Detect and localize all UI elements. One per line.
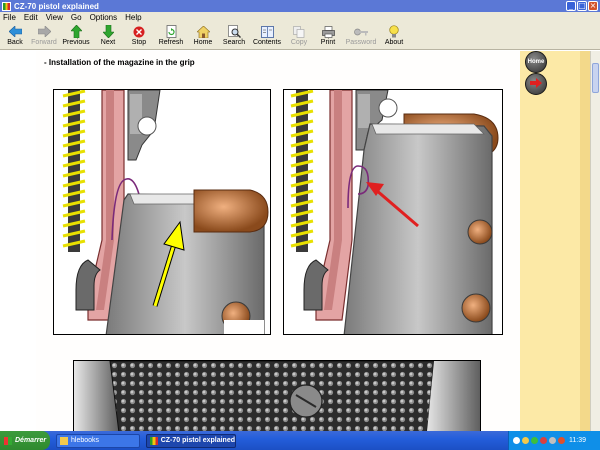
print-button[interactable]: Print: [314, 25, 342, 49]
stop-button[interactable]: Stop: [124, 25, 154, 49]
back-button[interactable]: Back: [2, 25, 28, 49]
grip-panel-drawing: [74, 361, 480, 431]
maximize-button[interactable]: □: [577, 1, 587, 11]
about-button[interactable]: About: [380, 25, 408, 49]
section-title: - Installation of the magazine in the gr…: [44, 58, 195, 67]
copy-button[interactable]: Copy: [285, 25, 313, 49]
lightbulb-icon: [387, 25, 401, 38]
menu-help[interactable]: Help: [125, 13, 141, 22]
menu-options[interactable]: Options: [90, 13, 118, 22]
tray-icon[interactable]: [522, 437, 529, 444]
menu-go[interactable]: Go: [71, 13, 82, 22]
menu-edit[interactable]: Edit: [24, 13, 38, 22]
pin-hole: [378, 98, 398, 118]
tray-icon[interactable]: [558, 437, 565, 444]
window-title: CZ-70 pistol explained: [14, 1, 99, 11]
screw-bottom: [461, 293, 491, 323]
menu-file[interactable]: File: [3, 13, 16, 22]
forward-button[interactable]: Forward: [29, 25, 59, 49]
down-arrow-icon: [101, 25, 115, 38]
magazine-insertion-drawing: [62, 90, 269, 334]
magazine-insertion-illustration: [53, 89, 271, 335]
scrollbar-thumb[interactable]: [592, 63, 599, 93]
window-controls: _ □ ×: [566, 1, 598, 11]
minimize-button[interactable]: _: [566, 1, 576, 11]
search-icon: [227, 25, 241, 38]
next-page-button[interactable]: [525, 73, 547, 95]
content-area: - Installation of the magazine in the gr…: [36, 51, 520, 431]
app-icon: [150, 436, 158, 445]
printer-icon: [321, 25, 335, 38]
recoil-spring: [62, 90, 86, 252]
back-arrow-icon: [8, 25, 22, 38]
refresh-button[interactable]: Refresh: [155, 25, 187, 49]
forward-arrow-icon: [37, 25, 51, 38]
taskbar-item-cz70[interactable]: CZ-70 pistol explained: [146, 433, 236, 448]
system-tray: 11:39: [508, 431, 600, 450]
magazine-locked-illustration: [283, 89, 503, 335]
search-button[interactable]: Search: [219, 25, 249, 49]
app-icon: [2, 1, 11, 11]
house-icon: [196, 25, 210, 38]
home-round-button[interactable]: Home: [525, 51, 547, 73]
tray-icon[interactable]: [513, 437, 520, 444]
pin-hole: [137, 116, 157, 136]
tray-icon[interactable]: [549, 437, 556, 444]
copy-icon: [292, 25, 306, 38]
windows-logo-icon: [4, 436, 12, 445]
stop-icon: [132, 25, 146, 38]
password-button[interactable]: Password: [343, 25, 379, 49]
vertical-scrollbar[interactable]: [590, 51, 600, 431]
start-button[interactable]: Démarrer: [0, 431, 50, 450]
grip-panel-illustration: [73, 360, 481, 431]
toolbar: Back Forward Previous Next Stop Refresh: [0, 23, 600, 50]
left-margin: [0, 51, 36, 431]
contents-icon: [260, 25, 274, 38]
contents-button[interactable]: Contents: [250, 25, 284, 49]
magazine-locked-drawing: [290, 90, 499, 334]
tray-icon[interactable]: [531, 437, 538, 444]
menu-view[interactable]: View: [46, 13, 63, 22]
next-button[interactable]: Next: [93, 25, 123, 49]
menu-bar: File Edit View Go Options Help: [0, 12, 600, 23]
folder-icon: [60, 436, 68, 445]
taskbar: Démarrer hlebooks CZ-70 pistol explained…: [0, 431, 600, 450]
cartridge: [193, 189, 269, 233]
key-icon: [354, 25, 368, 38]
previous-button[interactable]: Previous: [60, 25, 92, 49]
refresh-icon: [164, 25, 178, 38]
tray-icon[interactable]: [540, 437, 547, 444]
recoil-spring: [290, 90, 314, 252]
checkered-grip: [109, 361, 435, 431]
up-arrow-icon: [69, 25, 83, 38]
title-bar: CZ-70 pistol explained _ □ ×: [0, 0, 600, 12]
taskbar-item-hlebooks[interactable]: hlebooks: [56, 433, 140, 448]
next-arrow-icon: [530, 77, 542, 91]
close-button[interactable]: ×: [588, 1, 598, 11]
screw: [467, 219, 493, 245]
side-panel: Home: [520, 51, 590, 431]
magazine-lips: [371, 123, 485, 135]
home-button[interactable]: Home: [188, 25, 218, 49]
clock: 11:39: [569, 437, 586, 444]
